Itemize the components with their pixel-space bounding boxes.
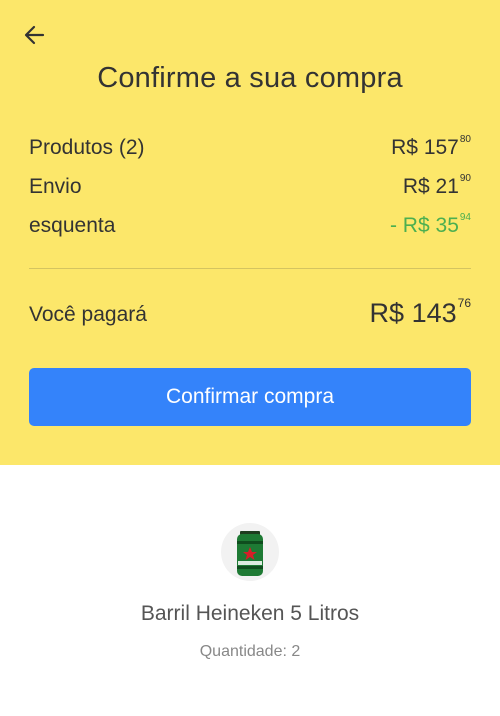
product-thumbnail: [221, 523, 279, 581]
product-name: Barril Heineken 5 Litros: [140, 602, 360, 625]
total-row: Você pagará R$ 14376: [29, 296, 471, 336]
arrow-left-icon: [24, 25, 45, 45]
shipping-row: Envio R$ 2190: [29, 173, 471, 205]
summary-divider: [29, 268, 471, 269]
back-button[interactable]: [18, 20, 52, 50]
products-label: Produtos (2): [29, 136, 145, 159]
beer-keg-icon: [237, 531, 263, 576]
confirm-purchase-button[interactable]: Confirmar compra: [29, 368, 471, 426]
discount-amount: - R$ 3594: [389, 212, 471, 237]
shipping-label: Envio: [29, 175, 82, 198]
total-amount: R$ 14376: [369, 296, 471, 328]
confirmation-panel: Confirme a sua compra Produtos (2) R$ 15…: [0, 0, 500, 465]
products-amount: R$ 15780: [391, 134, 471, 159]
products-row: Produtos (2) R$ 15780: [29, 134, 471, 166]
page-title: Confirme a sua compra: [97, 62, 403, 94]
total-label: Você pagará: [29, 303, 147, 326]
shipping-amount: R$ 2190: [402, 173, 471, 198]
product-quantity: Quantidade: 2: [199, 643, 301, 660]
discount-row: esquenta - R$ 3594: [29, 212, 471, 244]
discount-label: esquenta: [29, 214, 116, 237]
